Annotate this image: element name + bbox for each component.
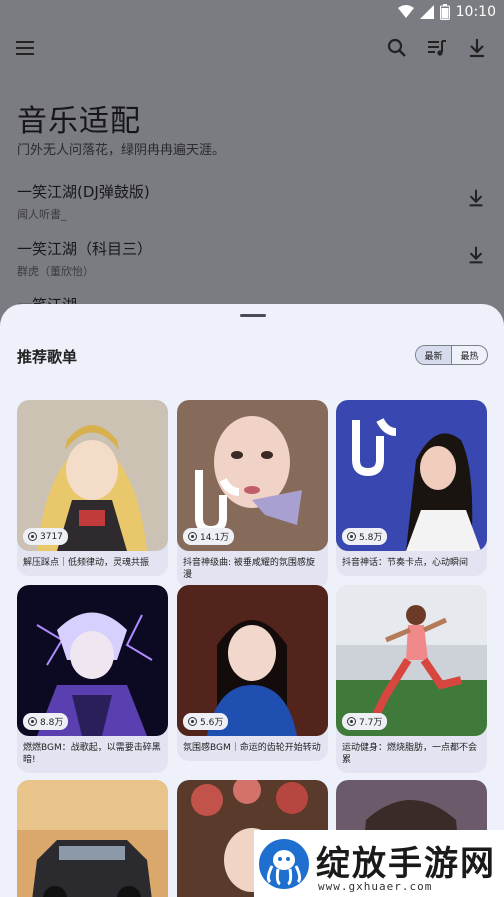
play-icon <box>28 532 37 541</box>
play-count-badge: 5.6万 <box>183 713 229 730</box>
song-title: 一笑江湖（科目三） <box>17 240 153 258</box>
status-bar: 10:10 <box>0 0 504 24</box>
octopus-logo-icon <box>259 839 309 889</box>
play-count: 8.8万 <box>40 718 64 728</box>
playlist-card[interactable]: 5.8万 抖音神话：节奏卡点，心动瞬间 <box>336 400 487 576</box>
playlist-icon[interactable] <box>425 36 449 60</box>
watermark-url: www.gxhuaer.com <box>318 880 433 893</box>
playlist-card[interactable]: 7.7万 运动健身：燃烧脂肪，一点都不会累 <box>336 585 487 773</box>
play-count-badge: 5.8万 <box>342 528 388 545</box>
page-title: 音乐适配 <box>17 104 141 139</box>
play-count-badge: 3717 <box>23 528 68 545</box>
playlist-cover: 3717 <box>17 400 168 551</box>
playlist-cover: 5.6万 <box>177 585 328 736</box>
play-count-badge: 14.1万 <box>183 528 235 545</box>
play-count: 5.8万 <box>359 533 383 543</box>
menu-icon[interactable] <box>13 36 37 60</box>
song-artist: 闻人听書_ <box>17 208 67 221</box>
clock: 10:10 <box>455 4 496 20</box>
wifi-icon <box>397 5 414 18</box>
signal-icon <box>419 5 434 19</box>
playlist-card[interactable]: 5.6万 氛围感BGM｜命运的齿轮开始转动 <box>177 585 328 761</box>
battery-icon <box>439 4 450 20</box>
playlist-caption: 解压踩点｜低频律动，灵魂共振 <box>23 558 150 568</box>
recommended-playlists-sheet: 推荐歌单 最新 最热 3717 解压踩点｜低频律动，灵魂共振 14.1万 抖音神… <box>0 304 504 897</box>
play-count-badge: 7.7万 <box>342 713 388 730</box>
download-icon[interactable] <box>465 187 487 209</box>
play-count: 7.7万 <box>359 718 383 728</box>
play-icon <box>188 532 197 541</box>
playlist-caption: 抖音神级曲: 被垂咸耀的氛围感旋漫 <box>183 558 315 580</box>
page-subtitle: 门外无人问落花，绿阴冉冉遍天涯。 <box>17 143 226 158</box>
sort-latest-button[interactable]: 最新 <box>416 346 452 364</box>
sheet-title: 推荐歌单 <box>17 348 78 366</box>
play-count: 14.1万 <box>200 533 230 543</box>
playlist-caption: 运动健身：燃烧脂肪，一点都不会累 <box>342 743 478 765</box>
search-icon[interactable] <box>385 36 409 60</box>
play-icon <box>28 717 37 726</box>
playlist-caption: 燃燃BGM：战歌起，以需要击碎黑暗! <box>23 743 161 765</box>
play-count: 5.6万 <box>200 718 224 728</box>
app-bar <box>0 28 504 68</box>
playlist-caption: 氛围感BGM｜命运的齿轮开始转动 <box>183 743 321 753</box>
playlist-cover: 14.1万 <box>177 400 328 551</box>
download-icon[interactable] <box>465 244 487 266</box>
drag-handle[interactable] <box>240 314 266 317</box>
song-title: 一笑江湖(DJ弹鼓版) <box>17 183 150 201</box>
song-artist: 群虎（董欣怡） <box>17 265 94 278</box>
playlist-cover: 8.8万 <box>17 585 168 736</box>
sort-toggle: 最新 最热 <box>415 345 488 365</box>
play-count-badge: 8.8万 <box>23 713 69 730</box>
download-icon[interactable] <box>465 36 489 60</box>
playlist-card[interactable]: 3717 解压踩点｜低频律动，灵魂共振 <box>17 400 168 576</box>
play-icon <box>347 532 356 541</box>
song-item[interactable]: 一笑江湖（科目三） 群虎（董欣怡） <box>17 238 487 279</box>
playlist-cover <box>17 780 168 897</box>
watermark: 绽放手游网 www.gxhuaer.com <box>254 830 504 897</box>
playlist-card[interactable]: 14.1万 抖音神级曲: 被垂咸耀的氛围感旋漫 <box>177 400 328 588</box>
playlist-card[interactable]: 8.8万 燃燃BGM：战歌起，以需要击碎黑暗! <box>17 585 168 773</box>
watermark-title: 绽放手游网 <box>316 844 496 884</box>
playlist-card[interactable] <box>17 780 168 897</box>
play-icon <box>188 717 197 726</box>
sort-hottest-button[interactable]: 最热 <box>452 346 487 364</box>
play-icon <box>347 717 356 726</box>
playlist-cover: 5.8万 <box>336 400 487 551</box>
playlist-caption: 抖音神话：节奏卡点，心动瞬间 <box>342 558 469 568</box>
song-item[interactable]: 一笑江湖(DJ弹鼓版) 闻人听書_ <box>17 181 487 222</box>
play-count: 3717 <box>40 531 63 542</box>
playlist-cover: 7.7万 <box>336 585 487 736</box>
